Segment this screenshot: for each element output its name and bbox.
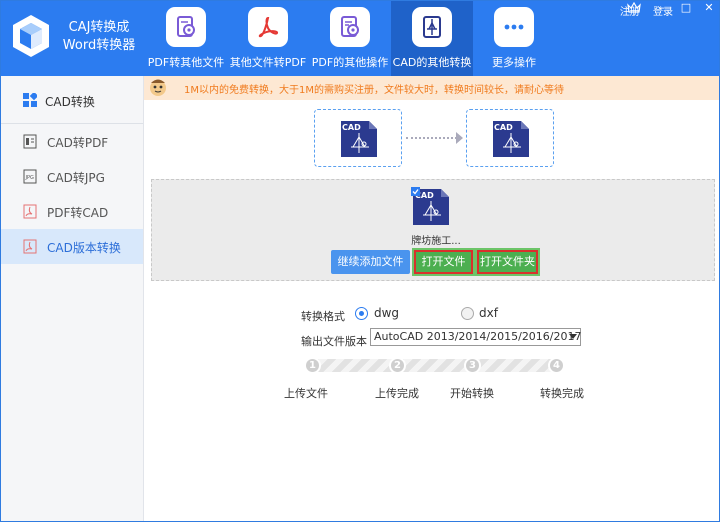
app-title: CAJ转换成 Word转换器: [59, 19, 139, 55]
progress-steps-bar: [311, 359, 559, 372]
version-value: AutoCAD 2013/2014/2015/2016/2017: [374, 330, 582, 343]
sidebar: CAD转换 CAD转PDF JPG CAD转JPG PDF转CAD CAD版本转…: [1, 76, 144, 521]
sidebar-item-label: PDF转CAD: [47, 206, 109, 220]
step-3-marker: 3: [464, 357, 481, 374]
doc-gear-icon: [330, 7, 370, 47]
open-file-button[interactable]: 打开文件: [414, 250, 473, 274]
check-icon: [411, 187, 420, 196]
app-title-line1: CAJ转换成: [68, 20, 130, 35]
jpg-file-icon: JPG: [23, 169, 37, 184]
cad-badge: CAD: [494, 123, 513, 132]
open-folder-button[interactable]: 打开文件夹: [477, 250, 538, 274]
sidebar-item-cad-to-pdf[interactable]: CAD转PDF: [1, 124, 143, 159]
grid-icon: [23, 93, 37, 107]
cad-icon: [412, 7, 452, 47]
more-icon: [494, 7, 534, 47]
cad-version-icon: [23, 239, 37, 254]
step-2-label: 上传完成: [375, 387, 419, 400]
tab-label: 其他文件转PDF: [229, 56, 307, 69]
mascot-icon: [150, 79, 166, 96]
step-2-marker: 2: [389, 357, 406, 374]
format-label: 转换格式: [301, 310, 345, 323]
tab-label: 更多操作: [492, 56, 536, 69]
header-toolbar: CAJ转换成 Word转换器 PDF转其他文件 其他文件转PDF PDF的其他操…: [1, 1, 719, 76]
sidebar-item-pdf-to-cad[interactable]: PDF转CAD: [1, 194, 143, 229]
sidebar-header: CAD转换: [1, 76, 143, 124]
target-file-box: CAD: [466, 109, 554, 167]
format-option-label: dwg: [374, 306, 400, 320]
step-1-marker: 1: [304, 357, 321, 374]
app-title-line2: Word转换器: [62, 38, 136, 53]
format-option-label: dxf: [479, 306, 498, 320]
vip-icon[interactable]: [627, 2, 641, 14]
tab-label: PDF的其他操作: [311, 56, 389, 69]
acrobat-icon: [248, 7, 288, 47]
version-select[interactable]: AutoCAD 2013/2014/2015/2016/2017: [370, 328, 582, 346]
source-file-box: CAD: [314, 109, 402, 167]
sidebar-item-label: CAD版本转换: [47, 241, 121, 255]
minimize-icon[interactable]: –: [655, 2, 669, 14]
notice-text: 1M以内的免费转换，大于1M的需购买注册，文件较大时，转换时间较长，请耐心等待: [184, 85, 564, 96]
pdf-to-cad-icon: [23, 204, 37, 219]
sidebar-item-cad-version[interactable]: CAD版本转换: [1, 229, 143, 264]
cad-badge: CAD: [342, 123, 361, 132]
convert-arrow: [406, 137, 461, 139]
cad-file-icon: CAD: [341, 121, 377, 157]
sidebar-item-label: CAD转PDF: [47, 136, 109, 150]
close-icon[interactable]: ✕: [702, 2, 716, 14]
svg-text:JPG: JPG: [25, 175, 34, 181]
sidebar-item-label: CAD转JPG: [47, 171, 105, 185]
uploaded-file-name: 牌坊施工...: [411, 236, 461, 247]
add-files-button[interactable]: 继续添加文件: [331, 250, 410, 274]
format-radio-dwg[interactable]: [355, 307, 368, 320]
tab-other-to-pdf[interactable]: 其他文件转PDF: [227, 1, 309, 76]
step-3-label: 开始转换: [450, 387, 494, 400]
sidebar-header-label: CAD转换: [45, 95, 95, 109]
step-4-label: 转换完成: [540, 387, 584, 400]
sidebar-item-cad-to-jpg[interactable]: JPG CAD转JPG: [1, 159, 143, 194]
tab-cad-other[interactable]: CAD的其他转换: [391, 1, 473, 76]
tab-more[interactable]: 更多操作: [473, 1, 555, 76]
notice-bar: 1M以内的免费转换，大于1M的需购买注册，文件较大时，转换时间较长，请耐心等待: [144, 76, 719, 100]
convert-arrow-head: [456, 132, 463, 144]
step-4-marker: 4: [548, 357, 565, 374]
pdf-gear-icon: [166, 7, 206, 47]
tab-label: CAD的其他转换: [392, 56, 472, 69]
app-window: CAJ转换成 Word转换器 PDF转其他文件 其他文件转PDF PDF的其他操…: [0, 0, 720, 522]
pdf-file-icon: [23, 134, 37, 149]
version-label: 输出文件版本: [301, 335, 367, 348]
tab-label: PDF转其他文件: [147, 56, 225, 69]
cad-file-icon: CAD: [493, 121, 529, 157]
chevron-down-icon: [569, 334, 577, 339]
tab-pdf-other-ops[interactable]: PDF的其他操作: [309, 1, 391, 76]
step-1-label: 上传文件: [284, 387, 328, 400]
tab-pdf-to-other[interactable]: PDF转其他文件: [145, 1, 227, 76]
app-logo-icon: [13, 15, 49, 57]
maximize-icon[interactable]: □: [679, 2, 693, 14]
format-radio-dxf[interactable]: [461, 307, 474, 320]
